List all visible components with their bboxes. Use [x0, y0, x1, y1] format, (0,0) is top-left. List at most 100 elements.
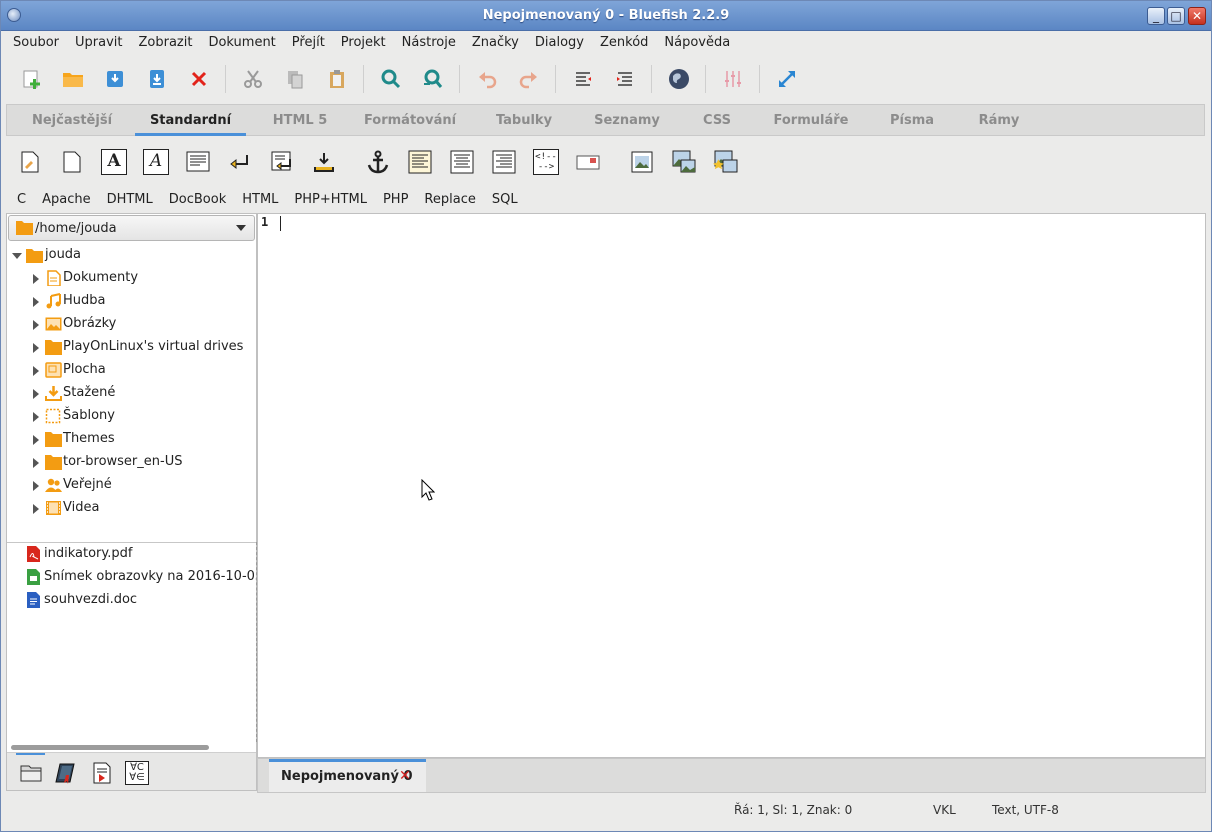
- custom-menu-sql[interactable]: SQL: [484, 192, 526, 207]
- tree-row-videa[interactable]: Videa: [7, 497, 256, 520]
- settings-icon[interactable]: [721, 67, 745, 91]
- find-icon[interactable]: [379, 67, 403, 91]
- document-tab[interactable]: Nepojmenovaný 0 ✕: [269, 759, 426, 792]
- menu-zenkod[interactable]: Zenkód: [592, 35, 656, 50]
- tab-css[interactable]: CSS: [695, 105, 739, 136]
- redo-icon[interactable]: [517, 67, 541, 91]
- expander-closed-icon[interactable]: [33, 435, 39, 445]
- tab-formulare[interactable]: Formuláře: [769, 105, 853, 136]
- expander-closed-icon[interactable]: [33, 274, 39, 284]
- title-bar[interactable]: Nepojmenovaný 0 - Bluefish 2.2.9 _ □ ✕: [1, 1, 1211, 31]
- bookmarks-tab-icon[interactable]: [54, 761, 78, 785]
- indent-icon[interactable]: [613, 67, 637, 91]
- close-window-button[interactable]: ✕: [1188, 7, 1206, 25]
- menu-zobrazit[interactable]: Zobrazit: [130, 35, 200, 50]
- body-icon[interactable]: [59, 149, 85, 175]
- scrollbar-thumb[interactable]: [11, 745, 209, 750]
- copy-icon[interactable]: [283, 67, 307, 91]
- tab-pisma[interactable]: Písma: [881, 105, 943, 136]
- custom-menu-replace[interactable]: Replace: [416, 192, 483, 207]
- custom-menu-apache[interactable]: Apache: [34, 192, 99, 207]
- custom-menu-dhtml[interactable]: DHTML: [99, 192, 161, 207]
- tree-row-tor-browser[interactable]: tor-browser_en-US: [7, 451, 256, 474]
- directory-selector[interactable]: /home/jouda: [8, 215, 255, 241]
- tree-row-jouda[interactable]: jouda: [7, 244, 256, 267]
- expander-closed-icon[interactable]: [33, 504, 39, 514]
- save-as-icon[interactable]: [145, 67, 169, 91]
- expander-closed-icon[interactable]: [33, 481, 39, 491]
- tab-ramy[interactable]: Rámy: [971, 105, 1027, 136]
- menu-dokument[interactable]: Dokument: [200, 35, 283, 50]
- preview-browser-icon[interactable]: [667, 67, 691, 91]
- snippets-tab-icon[interactable]: [90, 761, 114, 785]
- new-document-icon[interactable]: [20, 67, 44, 91]
- save-icon[interactable]: [103, 67, 127, 91]
- open-folder-icon[interactable]: [61, 67, 85, 91]
- custom-menu-html[interactable]: HTML: [234, 192, 286, 207]
- fullscreen-icon[interactable]: [775, 67, 799, 91]
- custom-menu-php-html[interactable]: PHP+HTML: [286, 192, 375, 207]
- tab-nejcastejsi[interactable]: Nejčastější: [25, 105, 119, 136]
- file-row-souhvezdi[interactable]: souhvezdi.doc: [7, 589, 256, 612]
- expander-closed-icon[interactable]: [33, 389, 39, 399]
- tab-seznamy[interactable]: Seznamy: [589, 105, 665, 136]
- minimize-button[interactable]: _: [1147, 7, 1165, 25]
- thumbnail-icon[interactable]: [671, 149, 697, 175]
- paste-icon[interactable]: [325, 67, 349, 91]
- menu-upravit[interactable]: Upravit: [67, 35, 130, 50]
- bold-icon[interactable]: A: [101, 149, 127, 175]
- tree-row-verejne[interactable]: Veřejné: [7, 474, 256, 497]
- charmap-tab-icon[interactable]: ∀C ∀∈: [125, 761, 149, 785]
- editor-area[interactable]: 1: [257, 213, 1206, 758]
- menu-projekt[interactable]: Projekt: [333, 35, 394, 50]
- menu-prejit[interactable]: Přejít: [284, 35, 333, 50]
- tree-row-sablony[interactable]: Šablony: [7, 405, 256, 428]
- unindent-icon[interactable]: [571, 67, 595, 91]
- multi-thumbnail-icon[interactable]: [713, 149, 739, 175]
- close-tab-icon[interactable]: ✕: [399, 768, 411, 784]
- menu-nastroje[interactable]: Nástroje: [394, 35, 464, 50]
- paragraph-icon[interactable]: [185, 149, 211, 175]
- image-icon[interactable]: [629, 149, 655, 175]
- break-clear-icon[interactable]: [269, 149, 295, 175]
- comment-icon[interactable]: <!-- -->: [533, 149, 559, 175]
- tree-row-obrazky[interactable]: Obrázky: [7, 313, 256, 336]
- horizontal-scrollbar[interactable]: [9, 743, 254, 752]
- align-right-icon[interactable]: [491, 149, 517, 175]
- tree-row-themes[interactable]: Themes: [7, 428, 256, 451]
- align-center-icon[interactable]: [449, 149, 475, 175]
- cut-icon[interactable]: [241, 67, 265, 91]
- tree-row-dokumenty[interactable]: Dokumenty: [7, 267, 256, 290]
- replace-icon[interactable]: [421, 67, 445, 91]
- filebrowser-tab-icon[interactable]: [19, 761, 43, 785]
- quickstart-icon[interactable]: [17, 149, 43, 175]
- menu-napoveda[interactable]: Nápověda: [656, 35, 738, 50]
- insert-mode[interactable]: VKL: [933, 803, 956, 817]
- menu-znacky[interactable]: Značky: [464, 35, 527, 50]
- custom-menu-docbook[interactable]: DocBook: [161, 192, 234, 207]
- tree-row-hudba[interactable]: Hudba: [7, 290, 256, 313]
- tree-row-playonlinux[interactable]: PlayOnLinux's virtual drives: [7, 336, 256, 359]
- expander-closed-icon[interactable]: [33, 320, 39, 330]
- tree-row-plocha[interactable]: Plocha: [7, 359, 256, 382]
- tab-formatovani[interactable]: Formátování: [362, 105, 458, 136]
- file-row-snimek[interactable]: Snímek obrazovky na 2016-10-03 06-2: [7, 566, 256, 589]
- tab-standardni[interactable]: Standardní: [135, 105, 246, 136]
- tab-html5[interactable]: HTML 5: [265, 105, 335, 136]
- nbsp-icon[interactable]: [311, 149, 337, 175]
- anchor-icon[interactable]: [365, 149, 391, 175]
- tab-tabulky[interactable]: Tabulky: [489, 105, 559, 136]
- undo-icon[interactable]: [475, 67, 499, 91]
- maximize-button[interactable]: □: [1167, 7, 1185, 25]
- align-left-icon[interactable]: [407, 149, 433, 175]
- menu-soubor[interactable]: Soubor: [5, 35, 67, 50]
- expander-closed-icon[interactable]: [33, 297, 39, 307]
- expander-closed-icon[interactable]: [33, 366, 39, 376]
- expander-closed-icon[interactable]: [33, 343, 39, 353]
- italic-icon[interactable]: A: [143, 149, 169, 175]
- menu-dialogy[interactable]: Dialogy: [527, 35, 592, 50]
- custom-menu-php[interactable]: PHP: [375, 192, 416, 207]
- file-row-indikatory[interactable]: indikatory.pdf: [7, 543, 256, 566]
- expander-open-icon[interactable]: [12, 253, 22, 259]
- email-icon[interactable]: [575, 149, 601, 175]
